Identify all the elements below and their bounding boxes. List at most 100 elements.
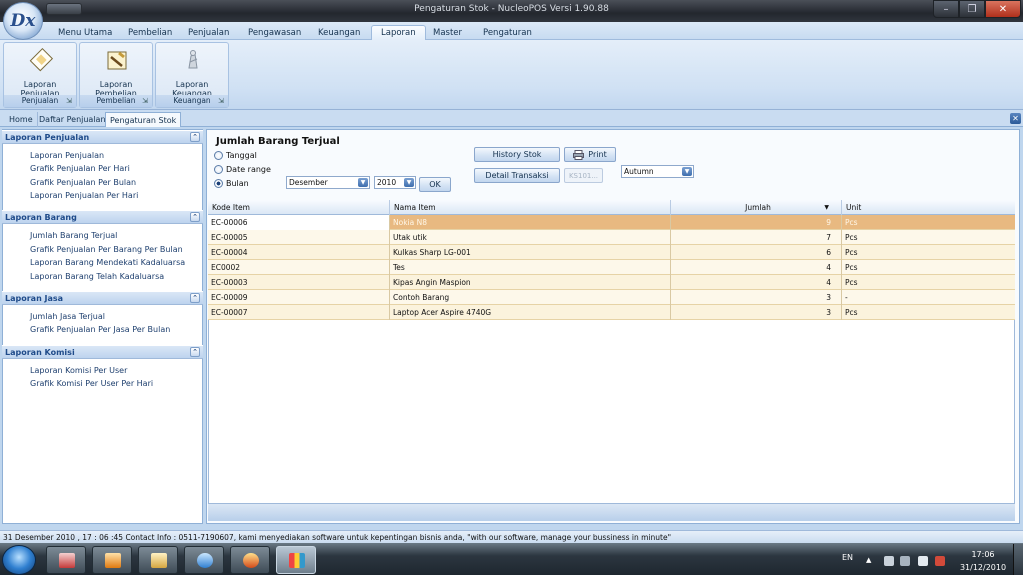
table-row[interactable]: EC-00007 Laptop Acer Aspire 4740G 3 Pcs	[208, 305, 1015, 320]
collapse-icon[interactable]: ⌃	[190, 132, 200, 142]
tray-expand-icon[interactable]: ▲	[866, 556, 876, 566]
month-select[interactable]: Desember ▼	[286, 176, 370, 189]
sidebar-item-laporan-penjualan-per-hari[interactable]: Laporan Penjualan Per Hari	[30, 191, 138, 200]
item-code-field[interactable]: KS101...	[564, 168, 603, 183]
tab-master[interactable]: Master	[433, 25, 462, 40]
section-title: Laporan Komisi	[5, 347, 75, 357]
collapse-icon[interactable]: ⌃	[190, 293, 200, 303]
section-laporan-jasa[interactable]: Laporan Jasa ⌃	[2, 291, 203, 305]
theme-value: Autumn	[624, 167, 654, 176]
dialog-launcher-icon[interactable]: ⇲	[66, 97, 72, 105]
language-indicator[interactable]: EN	[842, 553, 853, 562]
cell-jumlah: 3	[671, 305, 842, 320]
sidebar-item-jumlah-jasa-terjual[interactable]: Jumlah Jasa Terjual	[30, 312, 105, 321]
tray-volume-icon[interactable]	[935, 556, 945, 566]
radio-date-range[interactable]	[214, 165, 223, 174]
tab-laporan[interactable]: Laporan	[371, 25, 426, 40]
section-title: Laporan Penjualan	[5, 132, 90, 142]
table-row[interactable]: EC-00003 Kipas Angin Maspion 4 Pcs	[208, 275, 1015, 290]
laporan-pembelian-button[interactable]: Laporan Pembelian	[80, 43, 152, 98]
cell-kode: EC-00006	[208, 215, 390, 230]
dialog-launcher-icon[interactable]: ⇲	[218, 97, 224, 105]
collapse-icon[interactable]: ⌃	[190, 347, 200, 357]
column-header-jumlah[interactable]: Jumlah ▼	[671, 200, 842, 215]
sidebar-item-barang-telah-kadaluarsa[interactable]: Laporan Barang Telah Kadaluarsa	[30, 272, 164, 281]
ok-button[interactable]: OK	[419, 177, 451, 192]
table-row[interactable]: EC-00009 Contoh Barang 3 -	[208, 290, 1015, 305]
taskbar-app-media-player[interactable]	[92, 546, 132, 574]
chevron-down-icon[interactable]: ▼	[682, 167, 692, 176]
sidebar-item-grafik-penjualan-per-barang[interactable]: Grafik Penjualan Per Barang Per Bulan	[30, 245, 183, 254]
tab-pembelian[interactable]: Pembelian	[128, 25, 172, 40]
cell-kode: EC-00003	[208, 275, 390, 290]
section-laporan-barang[interactable]: Laporan Barang ⌃	[2, 210, 203, 224]
table-row[interactable]: EC-00005 Utak utik 7 Pcs	[208, 230, 1015, 245]
nucleopos-icon	[289, 553, 305, 568]
detail-transaksi-button[interactable]: Detail Transaksi	[474, 168, 560, 183]
table-row[interactable]: EC-00004 Kulkas Sharp LG-001 6 Pcs	[208, 245, 1015, 260]
sidebar-item-barang-mendekati-kadaluarsa[interactable]: Laporan Barang Mendekati Kadaluarsa	[30, 258, 185, 267]
tab-pengawasan[interactable]: Pengawasan	[248, 25, 301, 40]
doc-tab-pengaturan-stok[interactable]: Pengaturan Stok	[105, 112, 182, 127]
doc-tab-daftar-penjualan[interactable]: Daftar Penjualan	[35, 112, 111, 127]
grid-footer	[208, 503, 1015, 521]
sidebar-item-laporan-komisi-per-user[interactable]: Laporan Komisi Per User	[30, 366, 127, 375]
section-laporan-komisi[interactable]: Laporan Komisi ⌃	[2, 345, 203, 359]
column-header-unit[interactable]: Unit	[842, 200, 1015, 215]
laporan-penjualan-button[interactable]: Laporan Penjualan	[4, 43, 76, 98]
cell-jumlah: 4	[671, 275, 842, 290]
finance-report-icon	[188, 50, 198, 69]
taskbar-app-nucleopos[interactable]	[276, 546, 316, 574]
close-tab-icon[interactable]: ✕	[1010, 113, 1021, 124]
quick-access-toolbar[interactable]	[46, 3, 82, 15]
collapse-icon[interactable]: ⌃	[190, 212, 200, 222]
show-desktop-button[interactable]	[1013, 544, 1023, 575]
sidebar-item-laporan-penjualan[interactable]: Laporan Penjualan	[30, 151, 104, 160]
maximize-button[interactable]: ❐	[959, 0, 985, 18]
close-button[interactable]: ✕	[985, 0, 1021, 18]
paint-icon	[59, 553, 75, 568]
laporan-keuangan-button[interactable]: Laporan Keuangan	[156, 43, 228, 98]
sidebar-item-jumlah-barang-terjual[interactable]: Jumlah Barang Terjual	[30, 231, 117, 240]
tray-network-icon[interactable]	[900, 556, 910, 566]
ribbon	[0, 40, 1023, 110]
tab-pengaturan[interactable]: Pengaturan	[483, 25, 532, 40]
radio-bulan[interactable]	[214, 179, 223, 188]
doc-tab-home[interactable]: Home	[5, 112, 38, 127]
sidebar-item-grafik-penjualan-per-bulan[interactable]: Grafik Penjualan Per Bulan	[30, 178, 136, 187]
start-button-icon[interactable]	[2, 545, 36, 575]
section-laporan-penjualan[interactable]: Laporan Penjualan ⌃	[2, 130, 203, 144]
column-header-kode-item[interactable]: Kode Item	[208, 200, 390, 215]
app-menu-orb[interactable]: Dx	[3, 2, 43, 40]
clock-date[interactable]: 31/12/2010	[956, 563, 1010, 572]
tab-keuangan[interactable]: Keuangan	[318, 25, 360, 40]
dialog-launcher-icon[interactable]: ⇲	[142, 97, 148, 105]
radio-tanggal[interactable]	[214, 151, 223, 160]
taskbar-app-explorer[interactable]	[138, 546, 178, 574]
taskbar-app-internet-explorer[interactable]	[184, 546, 224, 574]
sidebar-item-grafik-penjualan-per-hari[interactable]: Grafik Penjualan Per Hari	[30, 164, 130, 173]
month-value: Desember	[289, 178, 328, 187]
cell-jumlah: 7	[671, 230, 842, 245]
tray-flag-icon[interactable]	[884, 556, 894, 566]
table-row[interactable]: EC0002 Tes 4 Pcs	[208, 260, 1015, 275]
table-row[interactable]: EC-00006 Nokia N8 9 Pcs	[208, 215, 1015, 230]
year-select[interactable]: 2010 ▼	[374, 176, 416, 189]
sidebar-item-grafik-penjualan-per-jasa[interactable]: Grafik Penjualan Per Jasa Per Bulan	[30, 325, 170, 334]
theme-select[interactable]: Autumn ▼	[621, 165, 694, 178]
minimize-button[interactable]: –	[933, 0, 959, 18]
taskbar-app-media-center[interactable]	[230, 546, 270, 574]
tray-signal-icon[interactable]	[918, 556, 928, 566]
cell-nama: Laptop Acer Aspire 4740G	[390, 305, 671, 320]
chevron-down-icon[interactable]: ▼	[404, 178, 414, 187]
sidebar-item-grafik-komisi-per-user[interactable]: Grafik Komisi Per User Per Hari	[30, 379, 153, 388]
taskbar-app-paint[interactable]	[46, 546, 86, 574]
print-button[interactable]: Print	[564, 147, 616, 162]
tab-menu-utama[interactable]: Menu Utama	[58, 25, 112, 40]
clock-time[interactable]: 17:06	[968, 550, 998, 559]
cell-jumlah: 4	[671, 260, 842, 275]
chevron-down-icon[interactable]: ▼	[358, 178, 368, 187]
history-stok-button[interactable]: History Stok	[474, 147, 560, 162]
column-header-nama-item[interactable]: Nama Item	[390, 200, 671, 215]
tab-penjualan[interactable]: Penjualan	[188, 25, 229, 40]
